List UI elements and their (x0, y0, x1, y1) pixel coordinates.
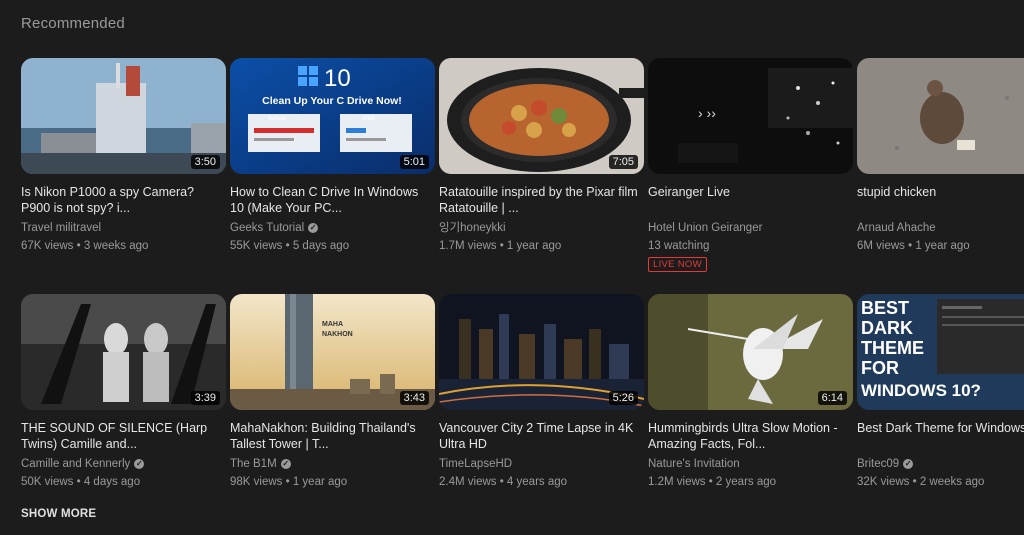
chicken-thumbnail-image (857, 58, 1024, 174)
video-card[interactable]: 3:50 Is Nikon P1000 a spy Camera? P900 i… (21, 58, 226, 272)
svg-text:THEME: THEME (861, 338, 924, 358)
video-duration: 5:26 (608, 391, 638, 405)
video-thumbnail[interactable]: › ›› (648, 58, 853, 174)
video-card[interactable]: 6:14 Hummingbirds Ultra Slow Motion - Am… (648, 294, 853, 490)
video-stats: 1.7M views • 1 year ago (439, 240, 562, 252)
video-title[interactable]: Is Nikon P1000 a spy Camera? P900 is not… (21, 184, 226, 216)
verified-check-icon: ✓ (134, 459, 145, 469)
verified-check-icon: ✓ (903, 459, 914, 469)
channel-name[interactable]: Hotel Union Geiranger (648, 220, 853, 236)
video-stats: 67K views • 3 weeks ago (21, 240, 149, 252)
video-title[interactable]: How to Clean C Drive In Windows 10 (Make… (230, 184, 435, 216)
video-title[interactable]: Best Dark Theme for Windows 10 (857, 420, 1024, 452)
video-stats: 55K views • 5 days ago (230, 240, 350, 252)
video-stats: 1.2M views • 2 years ago (648, 476, 777, 488)
video-thumbnail[interactable]: 6:14 (648, 294, 853, 410)
video-card[interactable]: BEST DARK THEME FOR WINDOWS 10? Best Dar… (857, 294, 1024, 490)
channel-name[interactable]: Travel militravel (21, 220, 226, 236)
video-thumbnail[interactable]: 7:05 (439, 58, 644, 174)
video-duration: 3:39 (190, 391, 220, 405)
video-card[interactable]: stupid chicken Arnaud Ahache 6M views • … (857, 58, 1024, 272)
svg-text:› ››: › ›› (698, 105, 716, 121)
video-stats: 2.4M views • 4 years ago (439, 476, 568, 488)
svg-text:BEST: BEST (861, 298, 909, 318)
video-title[interactable]: THE SOUND OF SILENCE (Harp Twins) Camill… (21, 420, 226, 452)
video-thumbnail[interactable] (857, 58, 1024, 174)
svg-text:FOR: FOR (861, 358, 899, 378)
video-duration: 5:01 (399, 155, 429, 169)
video-card[interactable]: MAHA NAKHON 3:43 MahaNakhon: Building Th… (230, 294, 435, 490)
night-live-thumbnail-image: › ›› (648, 58, 853, 174)
channel-name[interactable]: Nature's Invitation (648, 456, 853, 472)
section-title: Recommended (21, 15, 125, 32)
video-thumbnail[interactable]: BEST DARK THEME FOR WINDOWS 10? (857, 294, 1024, 410)
video-duration: 6:14 (817, 391, 847, 405)
svg-text:After: After (362, 116, 375, 122)
video-duration: 7:05 (608, 155, 638, 169)
video-thumbnail[interactable]: 3:50 (21, 58, 226, 174)
video-card[interactable]: 7:05 Ratatouille inspired by the Pixar f… (439, 58, 644, 272)
video-card[interactable]: 3:39 THE SOUND OF SILENCE (Harp Twins) C… (21, 294, 226, 490)
video-stats: 98K views • 1 year ago (230, 476, 348, 488)
video-thumbnail[interactable]: 3:39 (21, 294, 226, 410)
channel-name[interactable]: The B1M ✓ (230, 456, 435, 472)
video-title[interactable]: MahaNakhon: Building Thailand's Tallest … (230, 420, 435, 452)
video-card[interactable]: › ›› Geiranger Live Hotel Union Geirange… (648, 58, 853, 272)
channel-name[interactable]: Geeks Tutorial ✓ (230, 220, 435, 236)
thumbnail-headline: Clean Up Your C Drive Now! (262, 95, 402, 107)
video-card[interactable]: 5:26 Vancouver City 2 Time Lapse in 4K U… (439, 294, 644, 490)
dark-theme-thumbnail-image: BEST DARK THEME FOR WINDOWS 10? (857, 294, 1024, 410)
channel-name[interactable]: Arnaud Ahache (857, 220, 1024, 236)
channel-name[interactable]: Camille and Kennerly ✓ (21, 456, 226, 472)
verified-check-icon: ✓ (280, 459, 291, 469)
svg-text:DARK: DARK (861, 318, 913, 338)
video-title[interactable]: Ratatouille inspired by the Pixar film R… (439, 184, 644, 216)
video-thumbnail[interactable]: 10 Clean Up Your C Drive Now! Before Aft… (230, 58, 435, 174)
svg-text:WINDOWS 10?: WINDOWS 10? (861, 381, 981, 400)
video-card[interactable]: 10 Clean Up Your C Drive Now! Before Aft… (230, 58, 435, 272)
video-stats: 32K views • 2 weeks ago (857, 476, 985, 488)
video-stats: 6M views • 1 year ago (857, 240, 970, 252)
video-duration: 3:50 (190, 155, 220, 169)
video-thumbnail[interactable]: MAHA NAKHON 3:43 (230, 294, 435, 410)
thumbnail-number: 10 (324, 65, 351, 92)
show-more-button[interactable]: SHOW MORE (21, 508, 96, 520)
video-stats: 50K views • 4 days ago (21, 476, 141, 488)
channel-name[interactable]: 잉기honeykki (439, 220, 644, 236)
video-duration: 3:43 (399, 391, 429, 405)
verified-check-icon: ✓ (308, 223, 319, 233)
svg-text:Before: Before (268, 116, 286, 122)
video-title[interactable]: Hummingbirds Ultra Slow Motion - Amazing… (648, 420, 853, 452)
svg-text:NAKHON: NAKHON (322, 331, 353, 338)
video-thumbnail[interactable]: 5:26 (439, 294, 644, 410)
video-stats: 13 watching (648, 240, 710, 252)
video-title[interactable]: Vancouver City 2 Time Lapse in 4K Ultra … (439, 420, 644, 452)
svg-text:MAHA: MAHA (322, 321, 343, 328)
video-title[interactable]: stupid chicken (857, 184, 1024, 216)
channel-name[interactable]: Britec09 ✓ (857, 456, 1024, 472)
live-now-badge: LIVE NOW (648, 257, 707, 272)
video-grid: 3:50 Is Nikon P1000 a spy Camera? P900 i… (21, 58, 1024, 490)
channel-name[interactable]: TimeLapseHD (439, 456, 644, 472)
video-title[interactable]: Geiranger Live (648, 184, 853, 216)
